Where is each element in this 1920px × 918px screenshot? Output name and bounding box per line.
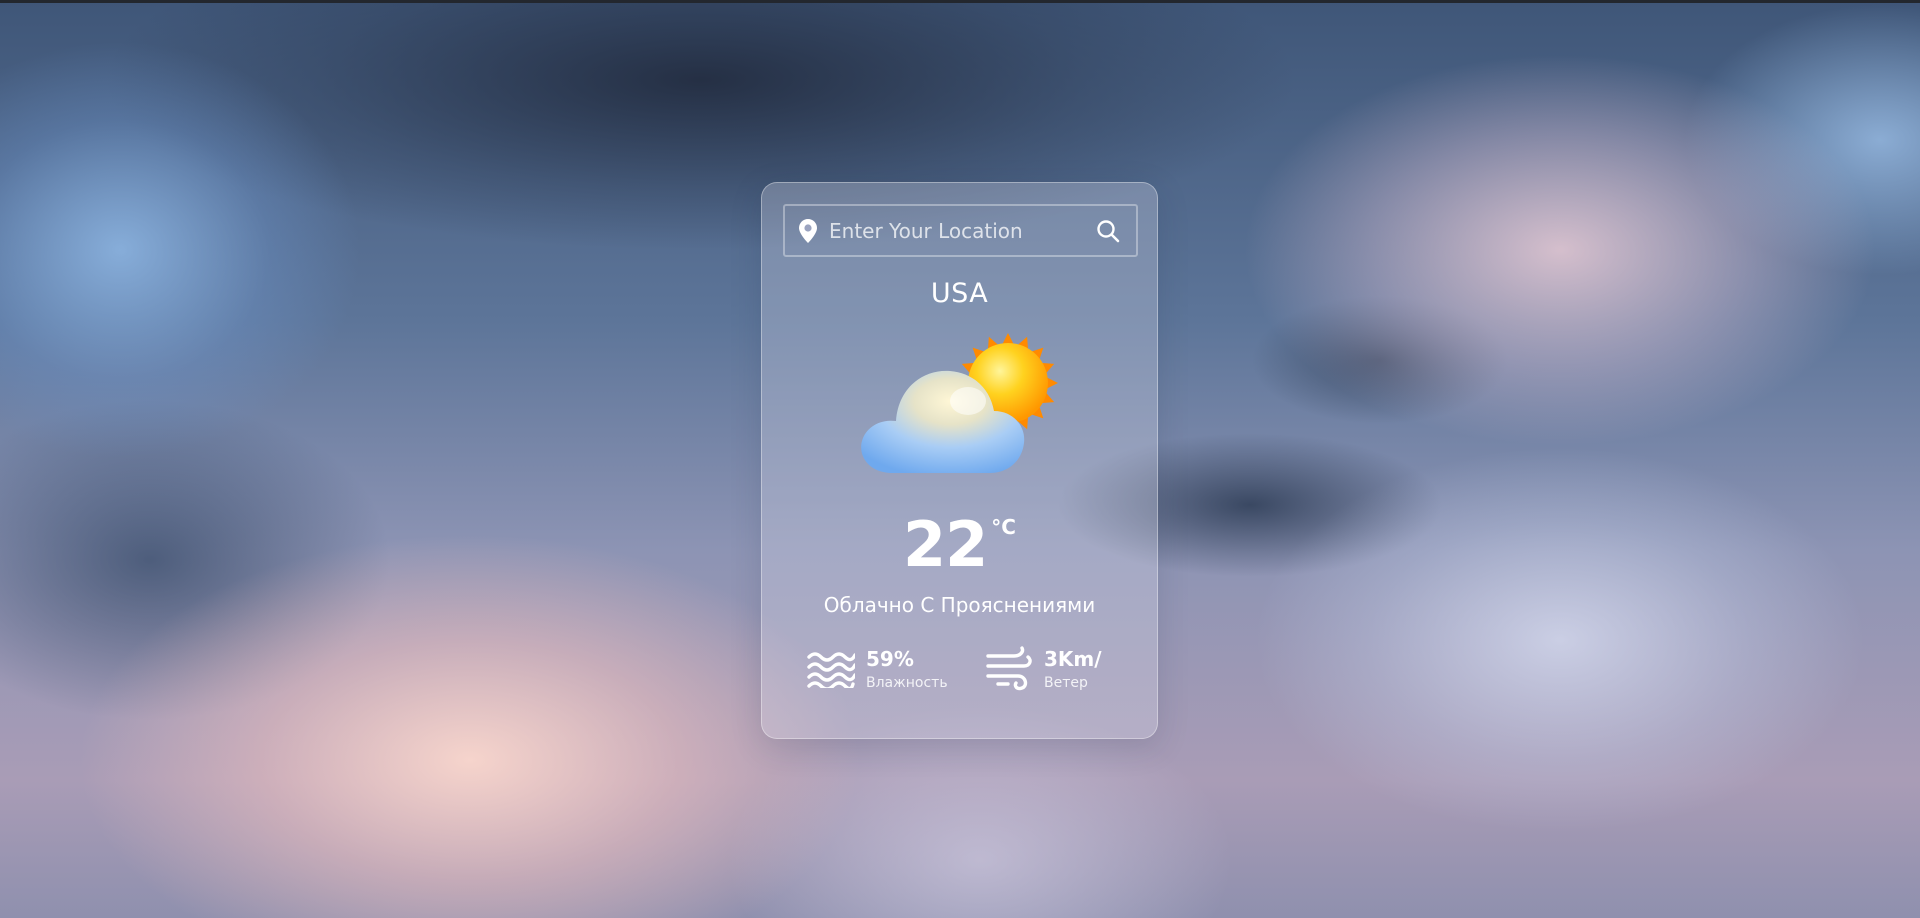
location-pin-icon bbox=[797, 218, 819, 244]
search-button[interactable] bbox=[1088, 211, 1128, 251]
location-name: USA bbox=[930, 278, 989, 309]
humidity-value: 59% bbox=[866, 647, 914, 671]
waves-icon bbox=[806, 646, 856, 692]
search-icon bbox=[1097, 219, 1120, 242]
temperature-value: 22 bbox=[903, 508, 988, 581]
location-search-input[interactable] bbox=[819, 210, 1088, 251]
humidity-text: 59% Влажность bbox=[866, 646, 948, 694]
humidity-detail: 59% Влажность bbox=[806, 646, 948, 694]
humidity-label: Влажность bbox=[866, 675, 948, 691]
weather-description: Облачно С Прояснениями bbox=[823, 593, 1096, 617]
wind-icon bbox=[984, 646, 1034, 692]
wind-detail: 3Km/ Ветер bbox=[984, 646, 1102, 694]
partly-cloudy-icon bbox=[856, 331, 1066, 481]
location-search-bar bbox=[783, 204, 1138, 257]
weather-details: 59% Влажность 3Km/ Ветер bbox=[762, 646, 1157, 706]
wind-value: 3Km/ bbox=[1044, 647, 1102, 671]
wind-text: 3Km/ Ветер bbox=[1044, 646, 1102, 694]
top-border bbox=[0, 0, 1920, 3]
weather-card: USA bbox=[761, 182, 1158, 739]
weather-app-page: USA bbox=[0, 0, 1920, 918]
temperature-unit: °C bbox=[991, 515, 1016, 539]
temperature-display: 22 °C bbox=[762, 513, 1157, 577]
wind-label: Ветер bbox=[1044, 675, 1088, 691]
